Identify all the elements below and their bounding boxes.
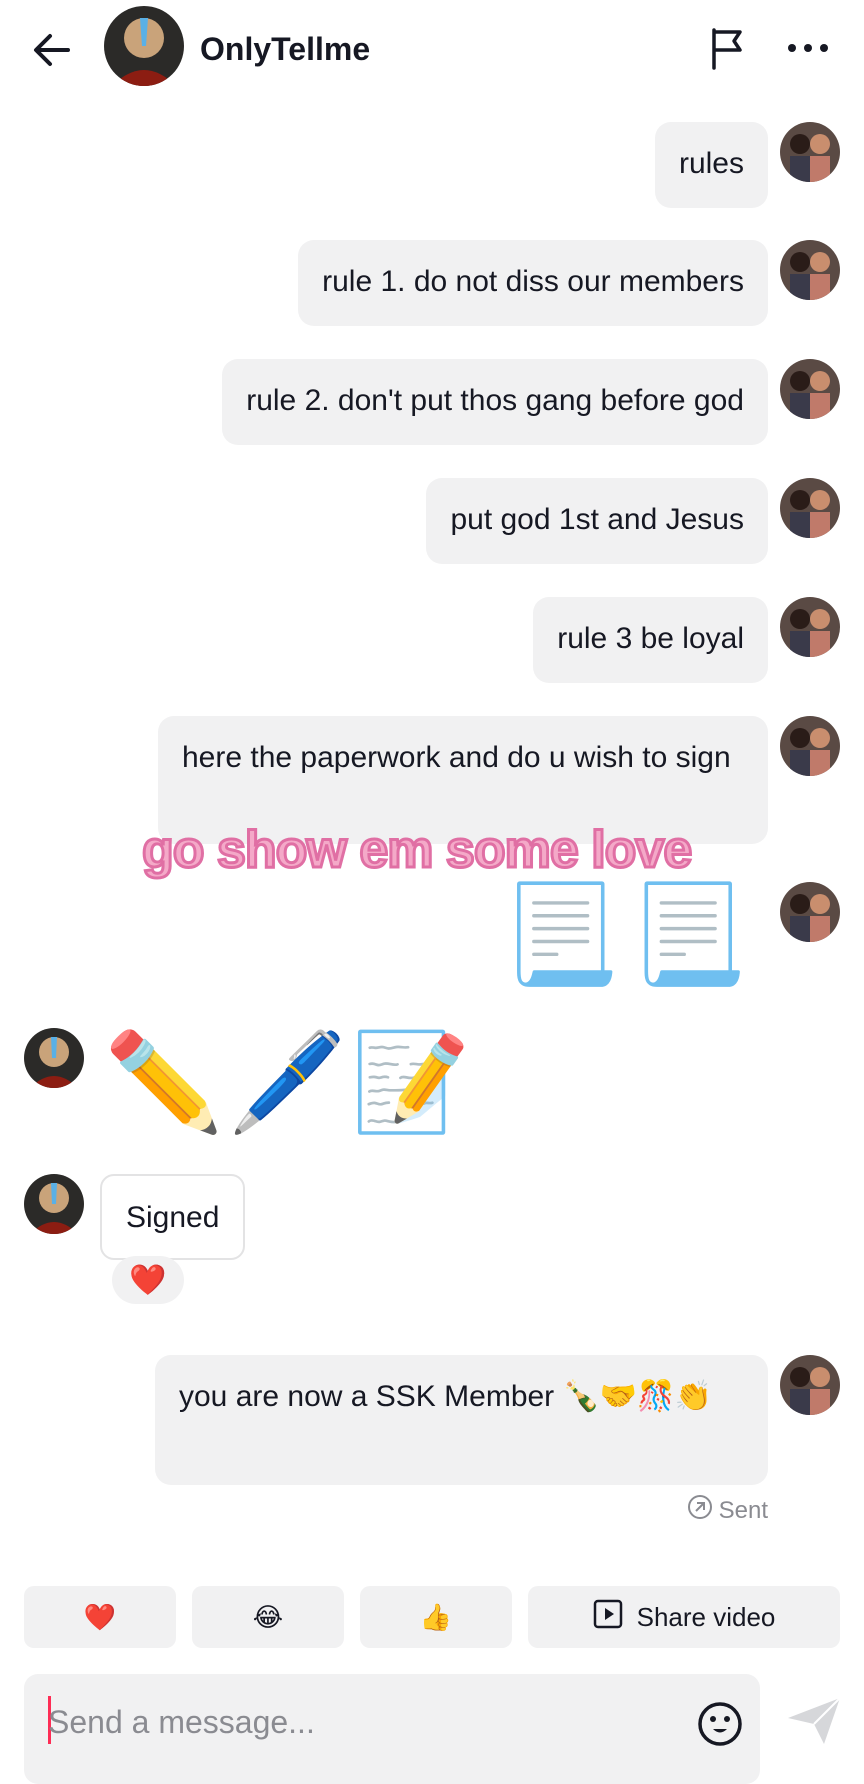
message-bubble[interactable]: rule 3 be loyal [533,597,768,683]
thumbs-up-emoji: 👍 [419,1601,453,1632]
message-bubble[interactable]: put god 1st and Jesus [426,478,768,564]
emoji-message[interactable]: 📃📃 [501,880,756,990]
message-input-placeholder: Send a message... [48,1704,315,1740]
sent-icon [687,1494,713,1527]
heart-reaction: ❤️ [129,1263,167,1297]
send-icon[interactable] [784,1694,844,1748]
back-arrow-icon[interactable] [28,26,76,74]
share-video-label: Share video [636,1601,776,1632]
avatar[interactable] [24,1174,84,1234]
play-icon [593,1599,623,1636]
avatar[interactable] [780,478,840,538]
flag-icon[interactable] [704,24,752,72]
quick-reply-laugh[interactable]: 😂 [192,1586,344,1648]
avatar[interactable] [780,359,840,419]
avatar[interactable] [780,1355,840,1415]
share-video-button[interactable]: Share video [528,1586,840,1648]
emoji-message[interactable]: ✏️🖊️📝 [104,1024,475,1142]
quick-reply-thumbs[interactable]: 👍 [360,1586,512,1648]
laugh-emoji: 😂 [252,1601,284,1632]
message-bubble[interactable]: Signed [100,1174,246,1260]
avatar[interactable] [780,122,840,182]
header-avatar[interactable] [104,6,184,86]
reaction-badge[interactable]: ❤️ [112,1256,184,1304]
sent-label: Sent [718,1496,768,1524]
emoji-icon[interactable] [696,1700,744,1748]
avatar[interactable] [780,240,840,300]
avatar[interactable] [780,597,840,657]
avatar[interactable] [780,716,840,776]
chat-username[interactable]: OnlyTellme [200,26,370,72]
more-icon[interactable] [784,32,832,64]
message-bubble[interactable]: you are now a SSK Member 🍾🤝🎊👏 [155,1355,768,1485]
avatar[interactable] [780,882,840,942]
heart-emoji: ❤️ [83,1601,117,1632]
avatar[interactable] [24,1028,84,1088]
sent-status: Sent [687,1494,768,1527]
message-bubble[interactable]: rule 1. do not diss our members [298,240,768,326]
quick-reply-heart[interactable]: ❤️ [24,1586,176,1648]
message-bubble[interactable]: rules [654,122,768,208]
video-caption-overlay: go show em some love [140,820,693,881]
message-bubble[interactable]: rule 2. don't put thos gang before god [222,359,768,445]
